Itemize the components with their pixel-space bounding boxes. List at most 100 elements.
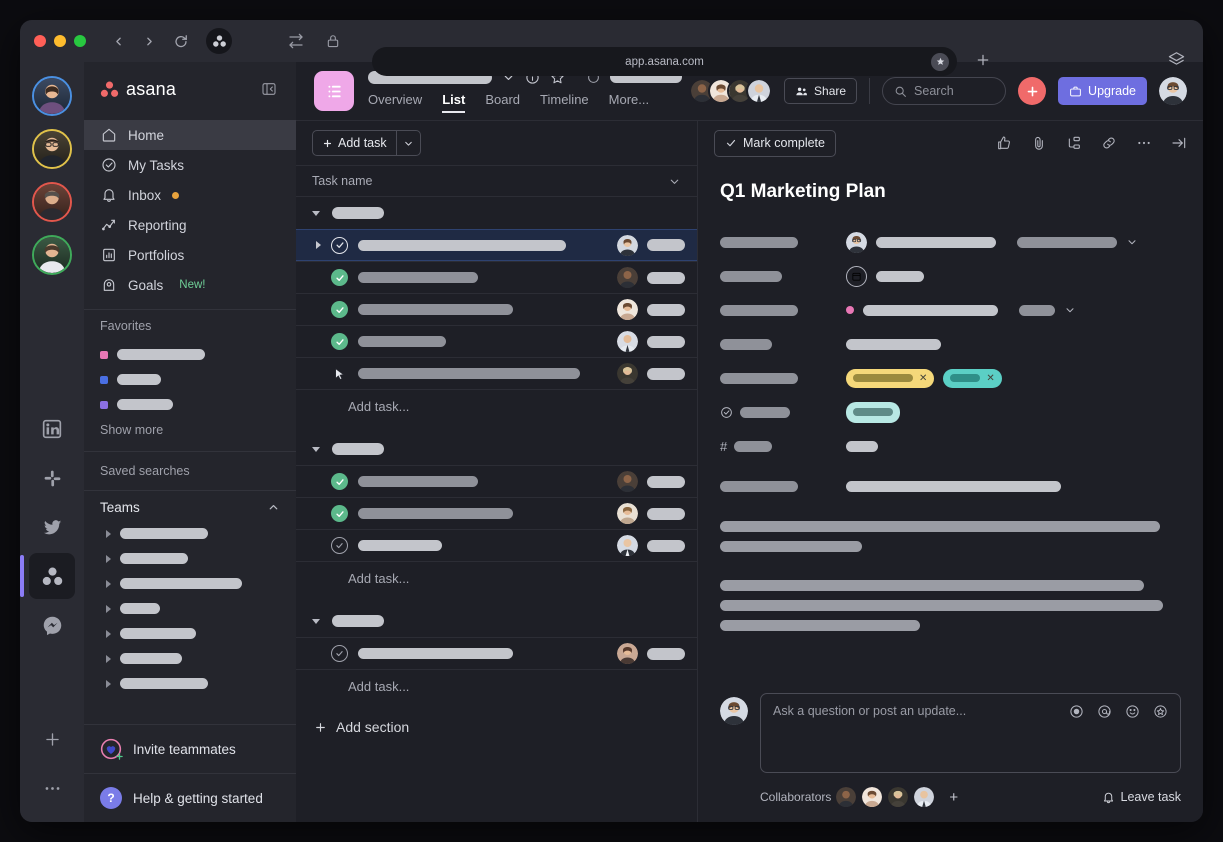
table-row[interactable]: [296, 325, 697, 357]
linkedin-icon[interactable]: [29, 406, 75, 452]
mark-complete-button[interactable]: Mark complete: [714, 129, 836, 157]
chevron-down-icon[interactable]: [1064, 304, 1076, 316]
status-chip[interactable]: [846, 401, 900, 423]
task-complete-toggle[interactable]: [331, 236, 348, 254]
section-header[interactable]: [296, 197, 697, 229]
tag-chip[interactable]: ✕: [846, 368, 935, 388]
field-value-tags[interactable]: ✕ ✕: [846, 368, 1002, 388]
profile-avatar-1[interactable]: [32, 76, 72, 116]
collapse-sidebar-icon[interactable]: [258, 78, 280, 100]
collaborator-avatar[interactable]: [835, 786, 858, 808]
field-value-project[interactable]: [846, 304, 1076, 316]
team-item[interactable]: [84, 571, 296, 596]
table-row[interactable]: [296, 357, 697, 389]
profile-avatar-3[interactable]: [32, 182, 72, 222]
leave-task-button[interactable]: Leave task: [1102, 790, 1181, 804]
task-assignee-avatar[interactable]: [617, 503, 638, 524]
table-row[interactable]: [296, 465, 697, 497]
show-more-button[interactable]: Show more: [84, 423, 296, 437]
field-value-assignee[interactable]: [846, 231, 1138, 253]
sync-icon[interactable]: [288, 33, 304, 49]
table-row[interactable]: [296, 497, 697, 529]
table-row[interactable]: [296, 261, 697, 293]
chevron-down-icon[interactable]: [312, 618, 320, 624]
section-header[interactable]: [296, 605, 697, 637]
messenger-icon[interactable]: [29, 602, 75, 648]
add-task-inline-1[interactable]: Add task...: [296, 389, 697, 423]
task-description[interactable]: [720, 521, 1181, 631]
record-icon[interactable]: [1069, 704, 1084, 719]
favorite-item[interactable]: [84, 342, 296, 367]
add-task-button[interactable]: Add task: [312, 130, 421, 156]
sidebar-item-portfolios[interactable]: Portfolios: [84, 240, 296, 270]
maximize-window-button[interactable]: [74, 35, 86, 47]
field-value-number[interactable]: [846, 440, 878, 452]
favorite-item[interactable]: [84, 367, 296, 392]
table-row[interactable]: [296, 293, 697, 325]
task-complete-toggle[interactable]: [331, 333, 348, 350]
mention-icon[interactable]: [1097, 704, 1112, 719]
paperclip-icon[interactable]: [1031, 135, 1047, 151]
tag-chip[interactable]: ✕: [943, 368, 1002, 388]
add-task-inline-3[interactable]: Add task...: [296, 669, 697, 703]
chevron-right-icon[interactable]: [106, 629, 111, 638]
field-value-plain[interactable]: [846, 338, 941, 350]
teams-header[interactable]: Teams: [84, 500, 296, 515]
comment-input[interactable]: Ask a question or post an update...: [760, 693, 1181, 773]
sidebar-item-inbox[interactable]: Inbox: [84, 180, 296, 210]
slack-icon[interactable]: [29, 455, 75, 501]
table-row[interactable]: [296, 637, 697, 669]
task-complete-toggle[interactable]: [331, 505, 348, 522]
back-icon[interactable]: [112, 35, 125, 48]
task-list-scroll[interactable]: Add task... Add task... Add task... Add …: [296, 197, 697, 822]
new-tab-button[interactable]: [975, 52, 991, 68]
forward-icon[interactable]: [143, 35, 156, 48]
team-item[interactable]: [84, 646, 296, 671]
sidebar-item-home[interactable]: Home: [84, 120, 296, 150]
chevron-right-icon[interactable]: [106, 679, 111, 688]
collaborator-avatar[interactable]: [887, 786, 910, 808]
more-options-icon[interactable]: [29, 765, 75, 811]
chevron-down-icon[interactable]: [668, 175, 681, 188]
profile-avatar-4[interactable]: [32, 235, 72, 275]
link-icon[interactable]: [1101, 135, 1117, 151]
task-column-header[interactable]: Task name: [296, 165, 697, 197]
team-item[interactable]: [84, 546, 296, 571]
chevron-right-icon[interactable]: [106, 579, 111, 588]
thumbs-up-icon[interactable]: [996, 135, 1012, 151]
task-complete-toggle[interactable]: [331, 473, 348, 490]
chevron-down-icon[interactable]: [312, 446, 320, 452]
task-complete-toggle[interactable]: [331, 269, 348, 286]
expand-right-icon[interactable]: [1171, 135, 1187, 151]
minimize-window-button[interactable]: [54, 35, 66, 47]
task-assignee-avatar[interactable]: [617, 234, 638, 256]
team-item[interactable]: [84, 596, 296, 621]
expand-subtasks-icon[interactable]: [316, 241, 321, 249]
table-row[interactable]: [296, 229, 697, 261]
tab-timeline[interactable]: Timeline: [540, 92, 589, 113]
collaborator-avatar[interactable]: [861, 786, 884, 808]
invite-teammates-button[interactable]: Invite teammates: [84, 725, 296, 773]
tab-more[interactable]: More...: [609, 92, 649, 113]
task-complete-toggle[interactable]: [331, 537, 348, 554]
profile-avatar-2[interactable]: [32, 129, 72, 169]
team-item[interactable]: [84, 621, 296, 646]
current-user-avatar[interactable]: [1159, 77, 1187, 105]
asana-icon[interactable]: [20, 553, 75, 599]
asana-site-icon[interactable]: [206, 28, 232, 54]
remove-tag-icon[interactable]: ✕: [986, 373, 994, 384]
field-value-status[interactable]: [846, 401, 900, 423]
task-assignee-avatar[interactable]: [617, 643, 638, 664]
reload-icon[interactable]: [174, 34, 188, 48]
close-window-button[interactable]: [34, 35, 46, 47]
collaborator-avatar[interactable]: [913, 786, 936, 808]
chevron-down-icon[interactable]: [1126, 236, 1138, 248]
task-assignee-avatar[interactable]: [617, 267, 638, 288]
chevron-right-icon[interactable]: [106, 604, 111, 613]
sidebar-item-goals[interactable]: Goals New!: [84, 270, 296, 300]
favorite-item[interactable]: [84, 392, 296, 417]
sticker-icon[interactable]: [1153, 704, 1168, 719]
asana-logo[interactable]: asana: [100, 79, 176, 100]
task-assignee-avatar[interactable]: [617, 299, 638, 320]
chevron-right-icon[interactable]: [106, 554, 111, 563]
